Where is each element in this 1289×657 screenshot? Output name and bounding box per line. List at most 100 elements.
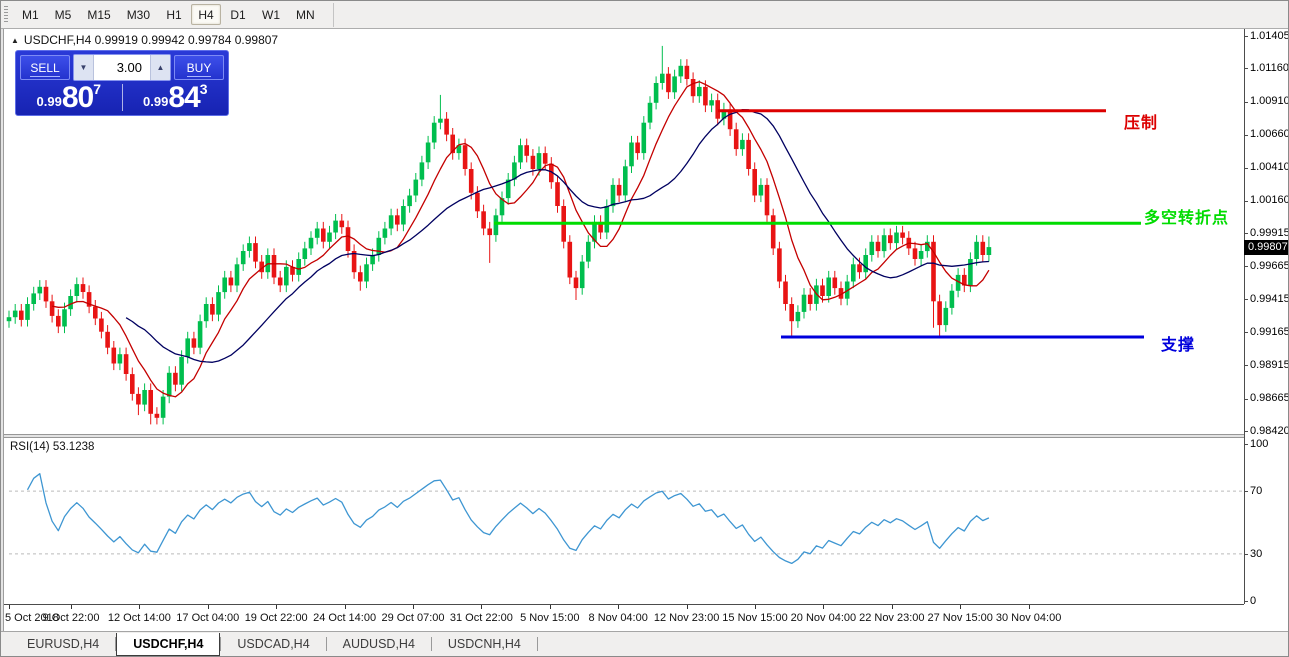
candle[interactable]: [580, 255, 585, 295]
candle[interactable]: [796, 305, 801, 328]
candle[interactable]: [870, 235, 875, 261]
rsi-indicator-chart[interactable]: [1, 438, 1244, 604]
candle[interactable]: [124, 348, 129, 381]
candle[interactable]: [771, 209, 776, 255]
candle[interactable]: [31, 287, 36, 311]
buy-button[interactable]: BUY: [174, 55, 224, 80]
candle[interactable]: [574, 271, 579, 300]
tab-usdcnh-h4[interactable]: USDCNH,H4: [432, 633, 537, 655]
candle[interactable]: [148, 383, 153, 424]
toolbar-grip-handle[interactable]: [4, 6, 8, 24]
candle[interactable]: [506, 173, 511, 205]
candle[interactable]: [247, 237, 252, 258]
candle[interactable]: [192, 332, 197, 354]
tf-button-mn[interactable]: MN: [289, 4, 322, 25]
tf-button-m15[interactable]: M15: [80, 4, 117, 25]
candle[interactable]: [420, 156, 425, 186]
candle[interactable]: [863, 248, 868, 278]
candle[interactable]: [395, 209, 400, 232]
candle[interactable]: [93, 300, 98, 325]
candle[interactable]: [173, 366, 178, 391]
candle[interactable]: [167, 366, 172, 403]
candle[interactable]: [444, 112, 449, 141]
candle[interactable]: [204, 297, 209, 328]
tf-button-m30[interactable]: M30: [120, 4, 157, 25]
candle[interactable]: [783, 275, 788, 311]
candle[interactable]: [888, 229, 893, 250]
candle[interactable]: [130, 368, 135, 401]
candle[interactable]: [900, 226, 905, 245]
candle[interactable]: [586, 235, 591, 268]
buy-price[interactable]: 0.99843: [123, 82, 229, 115]
candle[interactable]: [105, 325, 110, 354]
candle[interactable]: [734, 123, 739, 156]
candle[interactable]: [216, 285, 221, 321]
candle[interactable]: [229, 271, 234, 292]
time-axis[interactable]: 5 Oct 20189 Oct 22:0012 Oct 14:0017 Oct …: [1, 604, 1244, 631]
tab-audusd-h4[interactable]: AUDUSD,H4: [327, 633, 431, 655]
sell-price[interactable]: 0.99807: [16, 82, 122, 115]
candle[interactable]: [38, 280, 43, 300]
candle[interactable]: [68, 289, 73, 316]
candle[interactable]: [962, 268, 967, 292]
candle[interactable]: [56, 309, 61, 333]
candle[interactable]: [974, 235, 979, 265]
candle[interactable]: [617, 178, 622, 202]
tab-usdcad-h4[interactable]: USDCAD,H4: [221, 633, 325, 655]
candle[interactable]: [44, 280, 49, 308]
candle[interactable]: [826, 271, 831, 303]
candle[interactable]: [752, 162, 757, 202]
candle[interactable]: [432, 116, 437, 149]
candle[interactable]: [7, 311, 12, 328]
candle[interactable]: [198, 315, 203, 355]
candle[interactable]: [327, 226, 332, 249]
candle[interactable]: [161, 390, 166, 424]
candle[interactable]: [512, 156, 517, 186]
candle[interactable]: [253, 237, 258, 269]
candle[interactable]: [944, 301, 949, 332]
candle[interactable]: [937, 295, 942, 336]
candle[interactable]: [290, 260, 295, 281]
tab-eurusd-h4[interactable]: EURUSD,H4: [11, 633, 115, 655]
tf-button-m1[interactable]: M1: [15, 4, 46, 25]
support-label[interactable]: 支撑: [1161, 331, 1195, 355]
candle[interactable]: [679, 59, 684, 83]
candle[interactable]: [457, 139, 462, 160]
candle[interactable]: [142, 383, 147, 411]
candle[interactable]: [352, 244, 357, 278]
candle[interactable]: [802, 288, 807, 318]
volume-increase-button[interactable]: ▲: [150, 55, 170, 80]
tf-button-m5[interactable]: M5: [48, 4, 79, 25]
candle[interactable]: [666, 67, 671, 99]
candle[interactable]: [210, 297, 215, 321]
candle[interactable]: [722, 103, 727, 126]
tf-button-h4[interactable]: H4: [191, 4, 221, 25]
candle[interactable]: [19, 304, 24, 327]
candle[interactable]: [500, 192, 505, 222]
sell-button[interactable]: SELL: [20, 55, 70, 80]
candle[interactable]: [777, 242, 782, 288]
candle[interactable]: [642, 116, 647, 160]
candle[interactable]: [426, 136, 431, 169]
candle[interactable]: [919, 244, 924, 265]
candle[interactable]: [272, 248, 277, 284]
candle[interactable]: [296, 252, 301, 281]
candle[interactable]: [346, 221, 351, 258]
collapse-arrow-icon[interactable]: ▲: [11, 36, 19, 45]
candle[interactable]: [987, 237, 992, 262]
candle[interactable]: [876, 235, 881, 257]
candle[interactable]: [691, 72, 696, 102]
candle[interactable]: [494, 209, 499, 242]
candle[interactable]: [50, 295, 55, 323]
candle[interactable]: [629, 136, 634, 173]
candle[interactable]: [278, 271, 283, 292]
volume-decrease-button[interactable]: ▼: [74, 55, 94, 80]
candle[interactable]: [950, 284, 955, 315]
candle[interactable]: [315, 222, 320, 245]
candle[interactable]: [524, 139, 529, 163]
candle[interactable]: [648, 96, 653, 129]
tf-button-d1[interactable]: D1: [223, 4, 253, 25]
candle[interactable]: [685, 59, 690, 85]
candle[interactable]: [672, 70, 677, 99]
candle[interactable]: [592, 215, 597, 248]
